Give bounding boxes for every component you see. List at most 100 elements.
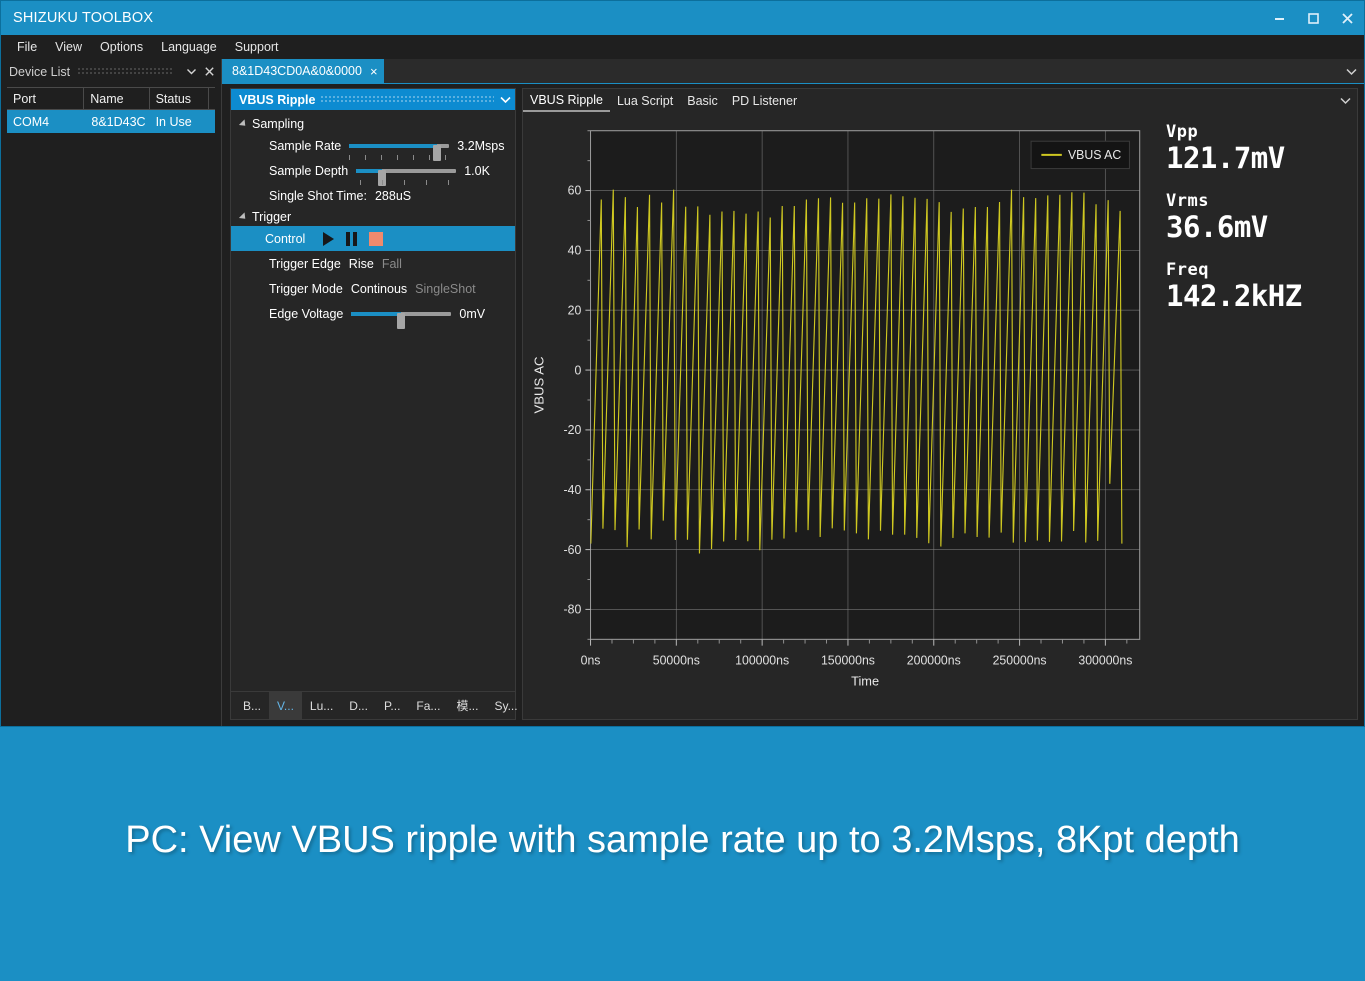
bottom-tab-2[interactable]: Lu... xyxy=(302,692,341,719)
dock-drag-grip[interactable] xyxy=(78,68,173,76)
main-area: 8&1D43CD0A&0&0000 × VBUS Ripple xyxy=(222,59,1364,726)
trigger-mode-singleshot-option[interactable]: SingleShot xyxy=(415,282,475,296)
document-tab-label: 8&1D43CD0A&0&0000 xyxy=(232,64,362,78)
cell-pad xyxy=(209,110,215,133)
tab-basic[interactable]: Basic xyxy=(680,89,725,112)
svg-text:20: 20 xyxy=(568,303,582,317)
readout-vpp-value: 121.7mV xyxy=(1166,141,1357,175)
svg-text:150000ns: 150000ns xyxy=(821,653,875,667)
readout-vpp: Vpp 121.7mV xyxy=(1166,122,1357,175)
bottom-tab-6[interactable]: 模... xyxy=(448,692,486,719)
settings-body: Sampling Sample Rate xyxy=(231,110,515,691)
table-row[interactable]: COM4 8&1D43C In Use xyxy=(7,110,215,133)
svg-text:-40: -40 xyxy=(564,483,582,497)
panes-container: VBUS Ripple Sampling xyxy=(222,84,1364,726)
trigger-edge-rise-option[interactable]: Rise xyxy=(349,257,374,271)
document-tab-device[interactable]: 8&1D43CD0A&0&0000 × xyxy=(222,59,384,83)
column-header-port[interactable]: Port xyxy=(7,88,84,110)
close-button[interactable] xyxy=(1330,1,1364,35)
svg-text:VBUS AC: VBUS AC xyxy=(532,357,547,414)
stop-icon[interactable] xyxy=(369,232,383,246)
bottom-tab-1[interactable]: V... xyxy=(269,692,302,719)
measurement-readouts: Vpp 121.7mV Vrms 36.6mV Freq 142.2kHZ xyxy=(1152,112,1357,719)
row-single-shot-time: Single Shot Time: 288uS xyxy=(231,183,515,208)
chart-pane: VBUS Ripple Lua Script Basic PD Listener xyxy=(522,88,1358,720)
plot-area[interactable]: 6040200-20-40-60-800ns50000ns100000ns150… xyxy=(527,116,1152,715)
readout-vrms-label: Vrms xyxy=(1166,191,1357,211)
readout-vrms: Vrms 36.6mV xyxy=(1166,191,1357,244)
close-icon[interactable]: × xyxy=(370,65,378,78)
single-shot-time-value: 288uS xyxy=(375,189,411,203)
device-table-header: Port Name Status xyxy=(7,88,215,110)
edge-voltage-slider[interactable] xyxy=(351,305,451,323)
sample-depth-slider[interactable] xyxy=(356,162,456,180)
readout-vpp-label: Vpp xyxy=(1166,122,1357,142)
svg-text:Time: Time xyxy=(851,673,879,688)
chevron-down-icon[interactable] xyxy=(1338,59,1364,83)
svg-text:100000ns: 100000ns xyxy=(735,653,789,667)
menu-item-options[interactable]: Options xyxy=(92,37,151,57)
maximize-button[interactable] xyxy=(1296,1,1330,35)
ripple-plot-svg: 6040200-20-40-60-800ns50000ns100000ns150… xyxy=(527,116,1152,715)
menu-item-view[interactable]: View xyxy=(47,37,90,57)
column-header-name[interactable]: Name xyxy=(84,88,149,110)
bottom-tab-5[interactable]: Fa... xyxy=(408,692,448,719)
play-icon[interactable] xyxy=(323,232,334,246)
trigger-mode-continous-option[interactable]: Continous xyxy=(351,282,407,296)
title-bar: SHIZUKU TOOLBOX xyxy=(1,1,1364,35)
sample-depth-label: Sample Depth xyxy=(269,164,348,178)
sample-rate-value: 3.2Msps xyxy=(457,139,504,153)
trigger-edge-label: Trigger Edge xyxy=(269,257,341,271)
sample-depth-value: 1.0K xyxy=(464,164,490,178)
menu-item-language[interactable]: Language xyxy=(153,37,225,57)
bottom-tab-3[interactable]: D... xyxy=(341,692,376,719)
svg-text:0ns: 0ns xyxy=(581,653,601,667)
cell-name: 8&1D43C xyxy=(84,110,149,133)
chart-tab-bar: VBUS Ripple Lua Script Basic PD Listener xyxy=(523,89,1357,112)
svg-text:0: 0 xyxy=(574,363,581,377)
tab-strip-spacer xyxy=(384,59,1338,83)
minimize-button[interactable] xyxy=(1262,1,1296,35)
group-sampling[interactable]: Sampling xyxy=(231,115,515,133)
menu-item-file[interactable]: File xyxy=(9,37,45,57)
svg-text:-60: -60 xyxy=(564,543,582,557)
sample-rate-slider[interactable] xyxy=(349,137,449,155)
bottom-tab-4[interactable]: P... xyxy=(376,692,408,719)
group-trigger[interactable]: Trigger xyxy=(231,208,515,226)
chart-body: 6040200-20-40-60-800ns50000ns100000ns150… xyxy=(523,112,1357,719)
column-header-pad xyxy=(209,88,215,110)
column-header-status[interactable]: Status xyxy=(150,88,209,110)
trigger-edge-fall-option[interactable]: Fall xyxy=(382,257,402,271)
control-buttons xyxy=(323,232,383,246)
close-icon[interactable] xyxy=(201,63,217,81)
tab-pd-listener[interactable]: PD Listener xyxy=(725,89,804,112)
chevron-down-icon[interactable] xyxy=(1333,89,1357,112)
tab-lua-script[interactable]: Lua Script xyxy=(610,89,680,112)
chevron-down-icon[interactable] xyxy=(500,94,511,105)
cell-status: In Use xyxy=(150,110,209,133)
expander-triangle-icon[interactable] xyxy=(239,212,248,221)
cell-port: COM4 xyxy=(7,110,84,133)
group-sampling-label: Sampling xyxy=(252,117,304,131)
svg-text:40: 40 xyxy=(568,243,582,257)
chevron-down-icon[interactable] xyxy=(183,63,199,81)
pause-icon[interactable] xyxy=(346,232,357,246)
svg-text:200000ns: 200000ns xyxy=(907,653,961,667)
mode-combobox[interactable]: VBUS Ripple xyxy=(231,89,515,110)
svg-text:50000ns: 50000ns xyxy=(653,653,700,667)
control-label: Control xyxy=(265,232,305,246)
device-list-header: Device List xyxy=(1,59,221,84)
content-area: Device List Port Name Status xyxy=(1,59,1364,726)
document-tab-strip: 8&1D43CD0A&0&0000 × xyxy=(222,59,1364,84)
edge-voltage-label: Edge Voltage xyxy=(269,307,343,321)
settings-pane: VBUS Ripple Sampling xyxy=(230,88,516,720)
tab-vbus-ripple[interactable]: VBUS Ripple xyxy=(523,89,610,112)
row-sample-rate: Sample Rate xyxy=(231,133,515,158)
bottom-tab-0[interactable]: B... xyxy=(235,692,269,719)
bottom-tab-7[interactable]: Sy... xyxy=(486,692,525,719)
device-list-dock: Device List Port Name Status xyxy=(1,59,222,726)
menu-item-support[interactable]: Support xyxy=(227,37,287,57)
sample-rate-label: Sample Rate xyxy=(269,139,341,153)
expander-triangle-icon[interactable] xyxy=(239,119,248,128)
readout-freq-value: 142.2kHZ xyxy=(1166,279,1357,313)
